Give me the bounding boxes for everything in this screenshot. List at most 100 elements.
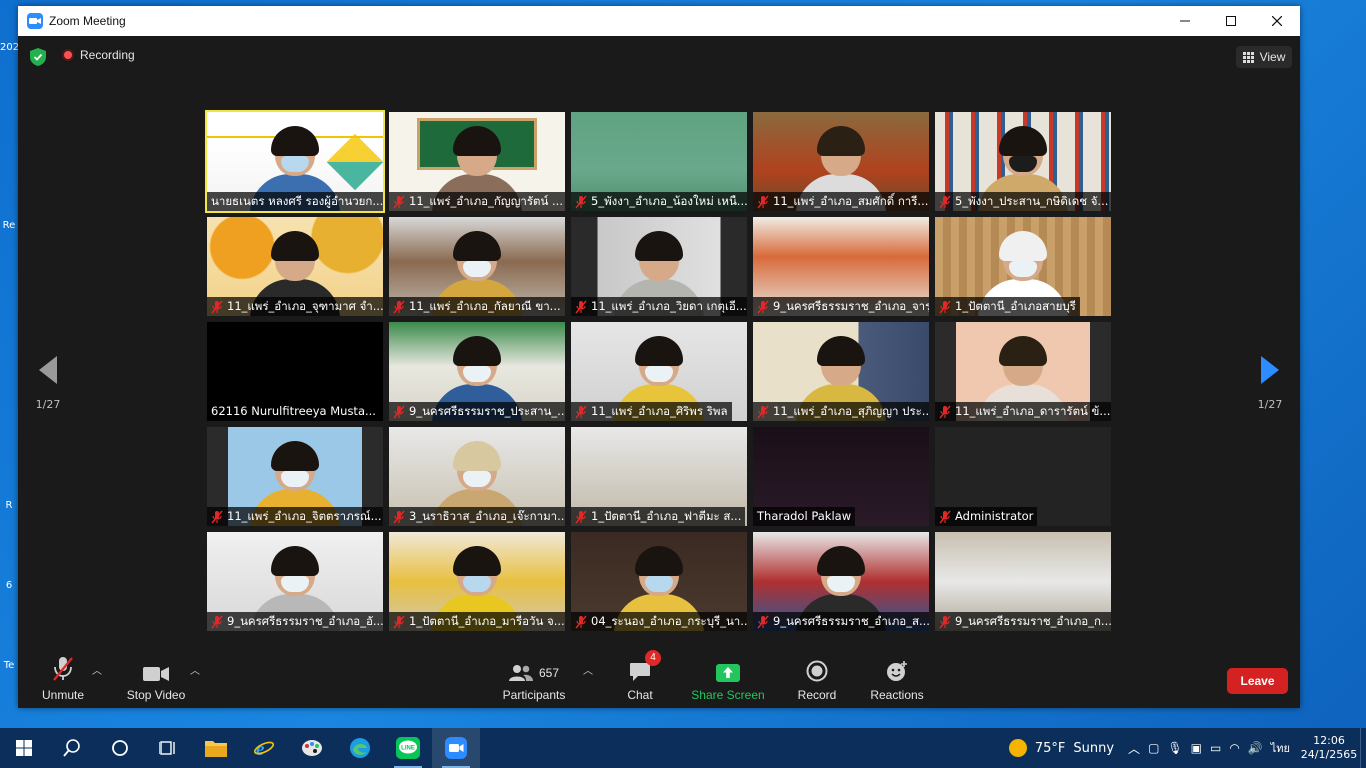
- input-language[interactable]: ไทย: [1271, 739, 1290, 757]
- wifi-icon[interactable]: ◠: [1229, 741, 1239, 755]
- recording-dot-icon: [62, 49, 74, 61]
- video-tile[interactable]: 11_แพร่_อำเภอ_จิตตราภรณ์...: [207, 427, 383, 526]
- video-tile[interactable]: 11_แพร่_อำเภอ_สมศักดิ์ การี...: [753, 112, 929, 211]
- view-label: View: [1259, 50, 1286, 64]
- battery-icon[interactable]: ▭: [1210, 741, 1221, 755]
- video-tile[interactable]: 11_แพร่_อำเภอ_กัลยาณี ขา...: [389, 217, 565, 316]
- participant-name: 1_ปัตตานี_อำเภอ_มารีอวัน จ...: [409, 614, 565, 628]
- microphone-muted-icon: [757, 615, 769, 628]
- participants-button[interactable]: 657 Participants: [500, 654, 568, 704]
- microphone-muted-icon: [211, 300, 223, 313]
- video-tile[interactable]: 1_ปัตตานี_อำเภอ_ฟาตีมะ ส...: [571, 427, 747, 526]
- participant-name-tag: 11_แพร่_อำเภอ_วิยดา เกตุเอี...: [571, 297, 747, 316]
- chevron-right-icon[interactable]: [1261, 356, 1279, 384]
- video-tile[interactable]: 11_แพร่_อำเภอ_ดารารัตน์ ข้...: [935, 322, 1111, 421]
- participant-name-tag: 9_นครศรีธรรมราช_อำเภอ_อั...: [207, 612, 383, 631]
- cortana-button[interactable]: [96, 728, 144, 768]
- video-tile[interactable]: 11_แพร่_อำเภอ_กัญญารัตน์ ...: [389, 112, 565, 211]
- zoom-taskbar-button[interactable]: [432, 728, 480, 768]
- volume-icon[interactable]: 🔊: [1248, 741, 1263, 755]
- participant-name-tag: 11_แพร่_อำเภอ_จุฑามาศ จำ...: [207, 297, 383, 316]
- video-tile[interactable]: 3_นราธิวาส_อำเภอ_เจ๊ะกามา...: [389, 427, 565, 526]
- participant-name: 62116 Nurulfitreeya Musta...: [211, 404, 376, 418]
- recording-indicator[interactable]: Recording: [62, 48, 135, 62]
- microphone-muted-icon: [53, 657, 73, 681]
- participant-name: 9_นครศรีธรรมราช_อำเภอ_จารุ...: [773, 299, 929, 313]
- tray-overflow-chevron-icon[interactable]: ︿: [1128, 740, 1140, 757]
- leave-meeting-button[interactable]: Leave: [1227, 668, 1288, 694]
- microphone-muted-icon: [393, 195, 405, 208]
- record-button[interactable]: Record: [796, 654, 838, 704]
- video-tile[interactable]: 04_ระนอง_อำเภอ_กระบุรี_นา...: [571, 532, 747, 631]
- audio-options-caret-icon[interactable]: ︿: [92, 662, 102, 677]
- start-button[interactable]: [0, 728, 48, 768]
- sunny-weather-icon[interactable]: [1008, 739, 1027, 757]
- taskbar-clock[interactable]: 12:06 24/1/2565: [1298, 734, 1360, 762]
- video-tile[interactable]: Tharadol Paklaw: [753, 427, 929, 526]
- video-tile[interactable]: 9_นครศรีธรรมราช_อำเภอ_จารุ...: [753, 217, 929, 316]
- close-button[interactable]: [1254, 6, 1300, 36]
- view-button[interactable]: View: [1236, 46, 1292, 68]
- video-gallery-grid: นายธเนตร หลงศรี รองผู้อำนวยก... 11_แพร่_อ…: [205, 110, 1111, 631]
- video-tile[interactable]: 5_พังงา_ประสาน_กษิดิเดช จั...: [935, 112, 1111, 211]
- previous-page-nav[interactable]: 1/27: [28, 356, 68, 411]
- microphone-muted-icon: [575, 615, 587, 628]
- video-tile[interactable]: 1_ปัตตานี_อำเภอ_มารีอวัน จ...: [389, 532, 565, 631]
- participant-name-tag: 11_แพร่_อำเภอ_กัลยาณี ขา...: [389, 297, 565, 316]
- desktop-icon-fragment: 202: [0, 42, 20, 53]
- video-tile[interactable]: 9_นครศรีธรรมราช_ประสาน_...: [389, 322, 565, 421]
- video-tile-active-speaker[interactable]: นายธเนตร หลงศรี รองผู้อำนวยก...: [205, 110, 385, 213]
- security-shield-icon[interactable]: [30, 48, 46, 66]
- video-tile[interactable]: 11_แพร่_อำเภอ_ศิริพร ริพล: [571, 322, 747, 421]
- stop-video-button[interactable]: Stop Video: [126, 654, 186, 704]
- edge-browser-button[interactable]: [336, 728, 384, 768]
- participant-name: 9_นครศรีธรรมราช_อำเภอ_อั...: [227, 614, 383, 628]
- microphone-icon[interactable]: 🎙: [1167, 741, 1182, 755]
- video-options-caret-icon[interactable]: ︿: [190, 662, 200, 677]
- video-tile[interactable]: 62116 Nurulfitreeya Musta...: [207, 322, 383, 421]
- video-tile[interactable]: 1_ปัตตานี_อำเภอสายบุรี: [935, 217, 1111, 316]
- temperature-readout[interactable]: 75°F: [1035, 741, 1066, 756]
- file-explorer-button[interactable]: [192, 728, 240, 768]
- share-screen-button[interactable]: Share Screen: [690, 654, 766, 704]
- participants-options-caret-icon[interactable]: ︿: [583, 662, 593, 677]
- share-screen-label: Share Screen: [691, 688, 765, 702]
- participant-name-tag: 11_แพร่_อำเภอ_สมศักดิ์ การี...: [753, 192, 929, 211]
- meet-now-icon[interactable]: ▢: [1148, 741, 1159, 755]
- search-button[interactable]: [48, 728, 96, 768]
- video-tile[interactable]: 9_นครศรีธรรมราช_อำเภอ_อั...: [207, 532, 383, 631]
- chat-button[interactable]: 4 Chat: [622, 650, 661, 704]
- minimize-button[interactable]: [1162, 6, 1208, 36]
- video-tile[interactable]: 11_แพร่_อำเภอ_วิยดา เกตุเอี...: [571, 217, 747, 316]
- maximize-button[interactable]: [1208, 6, 1254, 36]
- participant-name-tag: นายธเนตร หลงศรี รองผู้อำนวยก...: [207, 192, 383, 211]
- video-tile[interactable]: 5_พังงา_อำเภอ_น้องใหม่ เหนื...: [571, 112, 747, 211]
- reactions-button[interactable]: Reactions: [870, 654, 924, 704]
- meeting-toolbar: Unmute ︿ Stop Video ︿ 657 Participants ︿…: [18, 648, 1300, 708]
- title-bar[interactable]: Zoom Meeting: [18, 6, 1300, 36]
- grid-view-icon: [1242, 51, 1254, 63]
- participant-name-tag: 11_แพร่_อำเภอ_ดารารัตน์ ข้...: [935, 402, 1111, 421]
- paint-app-button[interactable]: [288, 728, 336, 768]
- video-tile[interactable]: 9_นครศรีธรรมราช_อำเภอ_ส...: [753, 532, 929, 631]
- line-app-button[interactable]: LINE: [384, 728, 432, 768]
- video-tile[interactable]: 9_นครศรีธรรมราช_อำเภอ_ก...: [935, 532, 1111, 631]
- video-tile[interactable]: 11_แพร่_อำเภอ_จุฑามาศ จำ...: [207, 217, 383, 316]
- participant-name: 3_นราธิวาส_อำเภอ_เจ๊ะกามา...: [409, 509, 565, 523]
- microphone-muted-icon: [393, 405, 405, 418]
- video-tile[interactable]: 11_แพร่_อำเภอ_สุภิญญา ประ...: [753, 322, 929, 421]
- internet-explorer-button[interactable]: e: [240, 728, 288, 768]
- participant-name-tag: 11_แพร่_อำเภอ_จิตตราภรณ์...: [207, 507, 383, 526]
- task-view-button[interactable]: [144, 728, 192, 768]
- next-page-nav[interactable]: 1/27: [1250, 356, 1290, 411]
- weather-condition[interactable]: Sunny: [1073, 741, 1114, 756]
- microphone-muted-icon: [575, 510, 587, 523]
- display-icon[interactable]: ▣: [1191, 741, 1202, 755]
- chevron-left-icon[interactable]: [39, 356, 57, 384]
- video-tile[interactable]: Administrator: [935, 427, 1111, 526]
- participant-name: 1_ปัตตานี_อำเภอสายบุรี: [955, 299, 1076, 313]
- participant-name: 5_พังงา_อำเภอ_น้องใหม่ เหนื...: [591, 194, 747, 208]
- participant-name: 1_ปัตตานี_อำเภอ_ฟาตีมะ ส...: [591, 509, 742, 523]
- unmute-button[interactable]: Unmute: [40, 654, 86, 704]
- show-desktop-button[interactable]: [1360, 728, 1366, 768]
